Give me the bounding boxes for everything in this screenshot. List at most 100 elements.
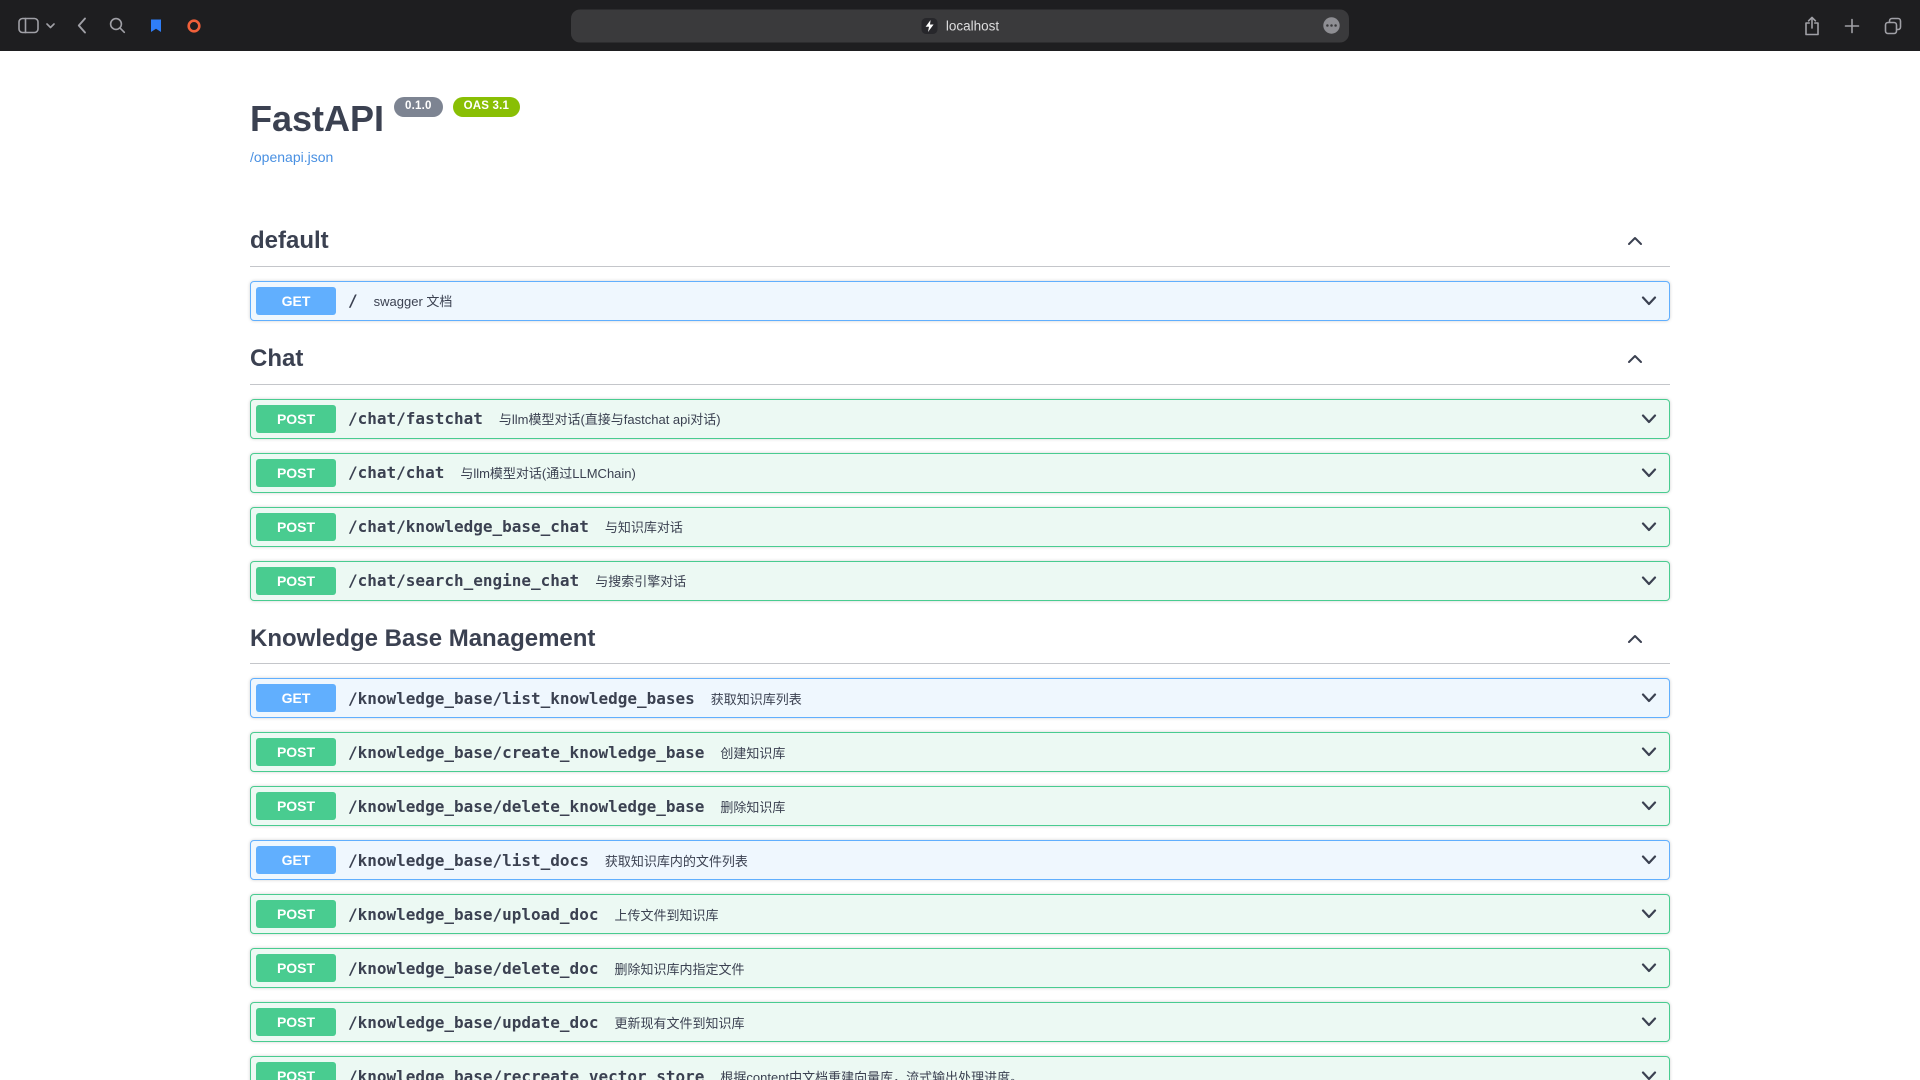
operation-row[interactable]: POST /chat/chat 与llm模型对话(通过LLMChain) — [250, 453, 1670, 493]
method-badge: POST — [256, 900, 336, 928]
operation-row[interactable]: POST /knowledge_base/update_doc 更新现有文件到知… — [250, 1002, 1670, 1042]
operation-description: 上传文件到知识库 — [614, 905, 718, 924]
operation-description: 删除知识库 — [720, 797, 785, 816]
version-badge: 0.1.0 — [394, 97, 443, 117]
operation-path: /chat/fastchat — [348, 409, 483, 428]
oas-badge: OAS 3.1 — [453, 97, 521, 117]
operation-row[interactable]: GET /knowledge_base/list_knowledge_bases… — [250, 678, 1670, 718]
chevron-down-icon[interactable] — [1639, 746, 1659, 758]
operation-description: 删除知识库内指定文件 — [614, 959, 744, 978]
chevron-down-icon[interactable] — [1639, 521, 1659, 533]
operation-path: /knowledge_base/upload_doc — [348, 905, 598, 924]
method-badge: GET — [256, 287, 336, 315]
share-icon[interactable] — [1804, 16, 1820, 36]
operation-row[interactable]: POST /chat/search_engine_chat 与搜索引擎对话 — [250, 561, 1670, 601]
chevron-down-icon[interactable] — [1639, 962, 1659, 974]
operation-row[interactable]: POST /knowledge_base/delete_knowledge_ba… — [250, 786, 1670, 826]
section-title: Knowledge Base Management — [250, 625, 595, 654]
operation-row[interactable]: POST /chat/knowledge_base_chat 与知识库对话 — [250, 507, 1670, 547]
method-badge: POST — [256, 459, 336, 487]
operation-row[interactable]: POST /knowledge_base/recreate_vector_sto… — [250, 1056, 1670, 1080]
chevron-down-icon[interactable] — [1639, 467, 1659, 479]
operation-row[interactable]: POST /chat/fastchat 与llm模型对话(直接与fastchat… — [250, 399, 1670, 439]
method-badge: POST — [256, 567, 336, 595]
operation-description: 与llm模型对话(直接与fastchat api对话) — [499, 409, 721, 428]
chevron-down-icon[interactable] — [1639, 1070, 1659, 1080]
operations-list: GET /knowledge_base/list_knowledge_bases… — [250, 678, 1670, 1080]
page-title: FastAPI 0.1.0 OAS 3.1 — [250, 101, 1670, 137]
method-badge: POST — [256, 513, 336, 541]
section-header[interactable]: default — [250, 217, 1670, 267]
operation-row[interactable]: POST /knowledge_base/delete_doc 删除知识库内指定… — [250, 948, 1670, 988]
chevron-down-icon[interactable] — [1639, 1016, 1659, 1028]
operation-description: 根据content中文档重建向量库，流式输出处理进度。 — [720, 1067, 1023, 1080]
method-badge: POST — [256, 954, 336, 982]
chevron-down-icon[interactable] — [1639, 800, 1659, 812]
operations-list: GET / swagger 文档 — [250, 281, 1670, 321]
operation-row[interactable]: POST /knowledge_base/upload_doc 上传文件到知识库 — [250, 894, 1670, 934]
extension-blue-icon[interactable] — [148, 18, 164, 34]
chevron-down-icon[interactable] — [1639, 692, 1659, 704]
operation-path: / — [348, 291, 358, 310]
operation-path: /knowledge_base/create_knowledge_base — [348, 743, 704, 762]
tab-overview-icon[interactable] — [1884, 17, 1902, 35]
method-badge: POST — [256, 1008, 336, 1036]
back-icon[interactable] — [77, 17, 87, 34]
method-badge: POST — [256, 738, 336, 766]
extension-orange-icon[interactable] — [186, 18, 202, 34]
operation-description: 创建知识库 — [720, 743, 785, 762]
section-header[interactable]: Chat — [250, 335, 1670, 385]
method-badge: POST — [256, 792, 336, 820]
operation-path: /knowledge_base/list_docs — [348, 851, 589, 870]
chevron-down-icon[interactable] — [1639, 413, 1659, 425]
chevron-down-icon[interactable] — [1639, 908, 1659, 920]
operation-row[interactable]: GET /knowledge_base/list_docs 获取知识库内的文件列… — [250, 840, 1670, 880]
section-title: default — [250, 227, 329, 256]
search-icon[interactable] — [109, 17, 126, 34]
operation-row[interactable]: POST /knowledge_base/create_knowledge_ba… — [250, 732, 1670, 772]
api-info: FastAPI 0.1.0 OAS 3.1 /openapi.json — [250, 101, 1670, 167]
operation-description: 获取知识库列表 — [711, 689, 802, 708]
method-badge: GET — [256, 846, 336, 874]
operation-path: /chat/knowledge_base_chat — [348, 517, 589, 536]
chevron-down-icon[interactable] — [1639, 575, 1659, 587]
site-favicon — [921, 17, 938, 34]
method-badge: GET — [256, 684, 336, 712]
operation-row[interactable]: GET / swagger 文档 — [250, 281, 1670, 321]
operation-path: /knowledge_base/delete_knowledge_base — [348, 797, 704, 816]
operation-description: 与llm模型对话(通过LLMChain) — [460, 463, 636, 482]
operation-path: /knowledge_base/delete_doc — [348, 959, 598, 978]
url-text: localhost — [946, 18, 999, 33]
new-tab-icon[interactable] — [1844, 18, 1860, 34]
operation-path: /chat/search_engine_chat — [348, 571, 579, 590]
chevron-down-icon[interactable] — [1639, 295, 1659, 307]
browser-toolbar: localhost — [0, 0, 1920, 51]
operation-description: 与搜索引擎对话 — [595, 571, 686, 590]
chevron-down-icon[interactable] — [1639, 854, 1659, 866]
api-tag-section: Knowledge Base Management GET /knowledge… — [250, 615, 1670, 1080]
chevron-up-icon[interactable] — [1627, 236, 1643, 246]
openapi-spec-link[interactable]: /openapi.json — [250, 149, 333, 165]
chevron-down-icon[interactable] — [46, 23, 55, 29]
operation-description: 获取知识库内的文件列表 — [605, 851, 748, 870]
operation-description: 与知识库对话 — [605, 517, 683, 536]
api-tag-section: Chat POST /chat/fastchat 与llm模型对话(直接与fas… — [250, 335, 1670, 601]
section-title: Chat — [250, 345, 303, 374]
operation-path: /knowledge_base/list_knowledge_bases — [348, 689, 695, 708]
sidebar-toggle-icon[interactable] — [18, 17, 39, 34]
section-header[interactable]: Knowledge Base Management — [250, 615, 1670, 665]
api-tag-section: default GET / swagger 文档 — [250, 217, 1670, 321]
page-menu-icon[interactable] — [1322, 16, 1341, 35]
chevron-up-icon[interactable] — [1627, 634, 1643, 644]
operation-path: /knowledge_base/update_doc — [348, 1013, 598, 1032]
operation-path: /knowledge_base/recreate_vector_store — [348, 1067, 704, 1080]
operations-list: POST /chat/fastchat 与llm模型对话(直接与fastchat… — [250, 399, 1670, 601]
operation-description: 更新现有文件到知识库 — [614, 1013, 744, 1032]
operation-path: /chat/chat — [348, 463, 444, 482]
api-title-text: FastAPI — [250, 101, 384, 137]
chevron-up-icon[interactable] — [1627, 354, 1643, 364]
sections-container: default GET / swagger 文档 Chat — [250, 217, 1670, 1080]
method-badge: POST — [256, 405, 336, 433]
method-badge: POST — [256, 1062, 336, 1080]
address-bar[interactable]: localhost — [571, 9, 1349, 42]
